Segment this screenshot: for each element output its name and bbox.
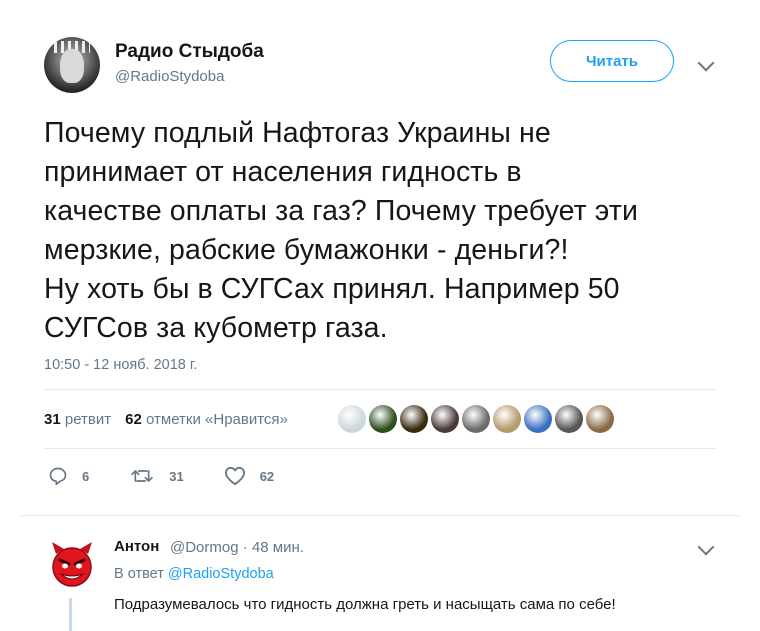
tweet-timestamp[interactable]: 10:50 - 12 нояб. 2018 г. bbox=[44, 357, 197, 373]
divider bbox=[44, 389, 716, 390]
likes-count: 62 bbox=[125, 411, 142, 428]
author-avatar[interactable] bbox=[44, 37, 100, 93]
liker-avatar-flag[interactable] bbox=[524, 405, 552, 433]
thread-line bbox=[69, 598, 72, 631]
likers-avatar-list bbox=[338, 405, 614, 433]
heart-icon bbox=[224, 466, 245, 486]
liker-avatar-portrait[interactable] bbox=[555, 405, 583, 433]
follow-button[interactable]: Читать bbox=[550, 40, 674, 82]
in-reply-handle-link[interactable]: @RadioStydoba bbox=[168, 566, 274, 582]
reply-button[interactable]: 6 bbox=[48, 466, 89, 486]
author-display-name[interactable]: Радио Стыдоба bbox=[115, 41, 264, 63]
reply-author-avatar[interactable] bbox=[48, 540, 96, 588]
reply-icon bbox=[49, 467, 67, 486]
retweets-count: 31 bbox=[44, 411, 61, 428]
default-avatar[interactable] bbox=[338, 405, 366, 433]
tweet-actions: 6 31 62 bbox=[48, 466, 314, 486]
retweets-stat[interactable]: 31 ретвит bbox=[44, 411, 111, 428]
divider bbox=[20, 515, 740, 516]
red-devil-smiley-icon bbox=[52, 542, 92, 587]
divider bbox=[44, 448, 716, 449]
retweet-icon bbox=[131, 470, 154, 482]
reply-menu-chevron-down-icon[interactable] bbox=[697, 538, 715, 556]
liker-avatar-green[interactable] bbox=[369, 405, 397, 433]
reply-time[interactable]: 48 мин. bbox=[252, 539, 304, 556]
reply-meta: @Dormog · 48 мин. bbox=[170, 539, 304, 556]
in-reply-to: В ответ @RadioStydoba bbox=[114, 566, 274, 582]
like-count: 62 bbox=[259, 468, 275, 484]
likes-label: отметки «Нравится» bbox=[146, 411, 288, 428]
liker-avatar-cat[interactable] bbox=[493, 405, 521, 433]
reply-count: 6 bbox=[82, 468, 90, 484]
liker-avatar-cartoon[interactable] bbox=[462, 405, 490, 433]
retweet-button[interactable]: 31 bbox=[129, 466, 184, 486]
liker-avatar-poster[interactable] bbox=[431, 405, 459, 433]
likes-stat[interactable]: 62 отметки «Нравится» bbox=[125, 411, 288, 428]
tweet-stats: 31 ретвит 62 отметки «Нравится» bbox=[44, 411, 288, 428]
retweet-count: 31 bbox=[169, 468, 184, 484]
retweets-label: ретвит bbox=[64, 411, 112, 428]
liker-avatar-guitar[interactable] bbox=[400, 405, 428, 433]
in-reply-prefix: В ответ bbox=[114, 566, 164, 582]
reply-author-handle[interactable]: @Dormog bbox=[170, 539, 239, 556]
reply-text: Подразумевалось что гидность должна грет… bbox=[114, 596, 616, 613]
statue-face-icon bbox=[60, 49, 84, 83]
liker-avatar-owl[interactable] bbox=[586, 405, 614, 433]
reply-author-name[interactable]: Антон bbox=[114, 538, 159, 555]
tweet-menu-chevron-down-icon[interactable] bbox=[697, 54, 715, 72]
tweet-text: Почему подлый Нафтогаз Украины не приним… bbox=[44, 117, 638, 344]
author-handle[interactable]: @RadioStydoba bbox=[115, 68, 224, 85]
like-button[interactable]: 62 bbox=[224, 466, 274, 486]
meta-separator: · bbox=[242, 539, 252, 556]
